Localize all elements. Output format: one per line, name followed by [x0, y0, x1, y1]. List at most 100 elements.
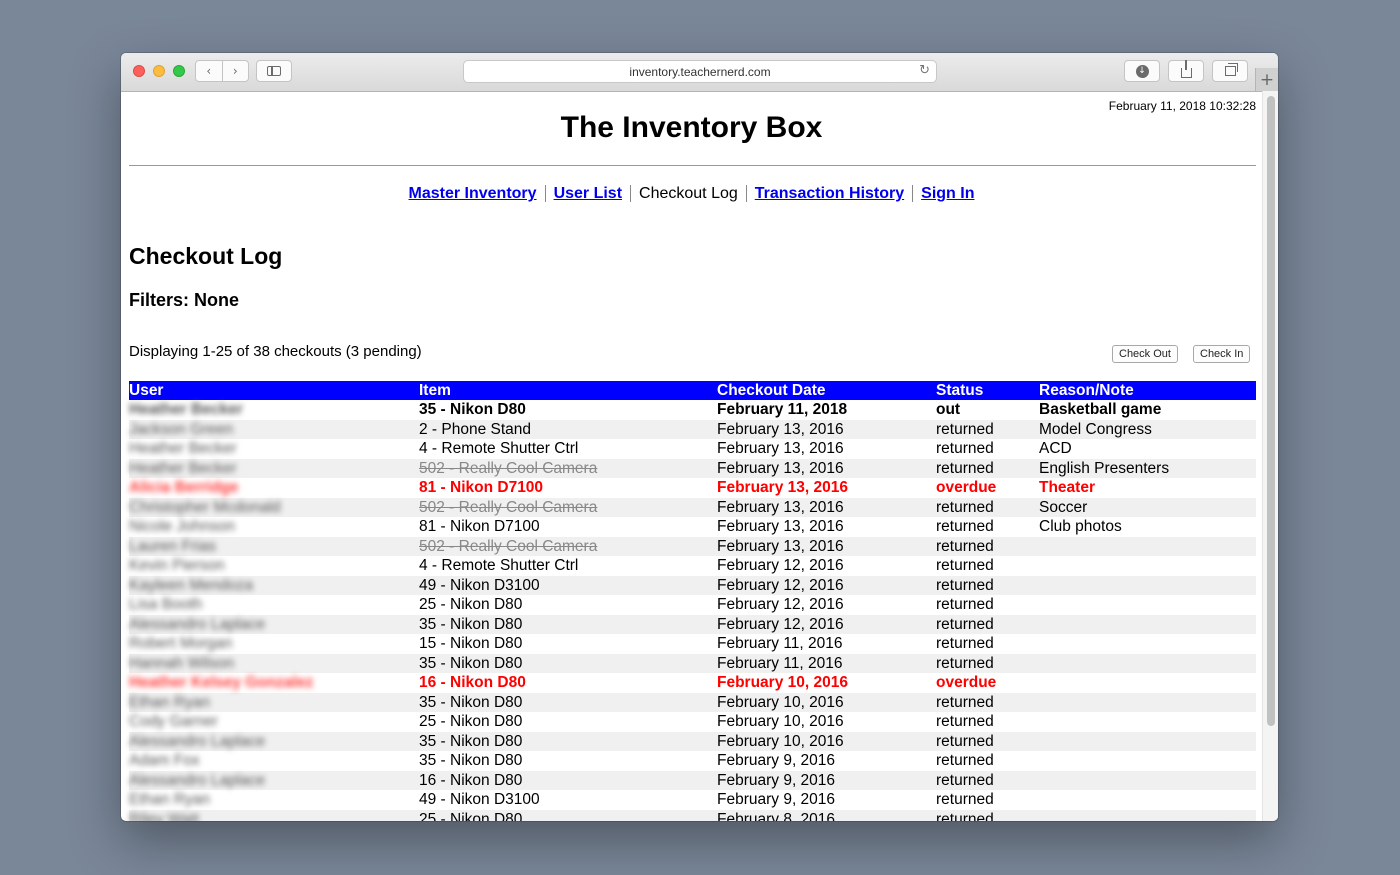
cell-status-text: returned	[936, 654, 994, 672]
cell-status-text: returned	[936, 518, 994, 536]
cell-note	[1039, 770, 1256, 790]
cell-user-text[interactable]: Ethan Ryan	[129, 694, 210, 711]
cell-note	[1039, 575, 1256, 595]
cell-item: 4 - Remote Shutter Ctrl	[419, 556, 717, 576]
reload-icon[interactable]: ↻	[919, 63, 930, 78]
cell-status-text: returned	[936, 498, 994, 516]
column-header-status: Status	[936, 381, 1039, 400]
cell-status: returned	[936, 790, 1039, 810]
cell-status-text: returned	[936, 557, 994, 575]
cell-user-text[interactable]: Alessandro Laplace	[129, 772, 265, 789]
back-icon[interactable]: ‹	[196, 64, 222, 78]
cell-note-text: Soccer	[1039, 498, 1088, 516]
cell-user-text[interactable]: Hannah Wilson	[129, 655, 234, 672]
check-out-button[interactable]: Check Out	[1112, 345, 1178, 363]
cell-user-text[interactable]: Heather Becker	[129, 401, 243, 418]
cell-date-text: February 9, 2016	[717, 752, 836, 770]
cell-user: Jackson Green	[129, 419, 419, 439]
address-bar[interactable]: inventory.teachernerd.com ↻	[463, 60, 937, 83]
cell-user-text[interactable]: Christopher Mcdonald	[129, 499, 281, 516]
cell-status: returned	[936, 556, 1039, 576]
cell-user-text[interactable]: Cody Garner	[129, 713, 218, 730]
share-button[interactable]	[1168, 60, 1204, 82]
cell-item-text: 49 - Nikon D3100	[419, 791, 540, 809]
new-tab-button[interactable]: +	[1255, 68, 1278, 91]
cell-status-text: returned	[936, 791, 994, 809]
cell-user: Hannah Wilson	[129, 653, 419, 673]
nav-master-inventory[interactable]: Master Inventory	[401, 185, 545, 203]
cell-note	[1039, 556, 1256, 576]
cell-status-text: returned	[936, 420, 994, 438]
cell-user-text[interactable]: Nicole Johnson	[129, 518, 235, 535]
nav-transaction-history[interactable]: Transaction History	[747, 185, 912, 203]
cell-user: Robert Morgan	[129, 634, 419, 654]
zoom-window-button[interactable]	[173, 65, 185, 77]
cell-user-text[interactable]: Kevin Pierson	[129, 557, 225, 574]
cell-status: returned	[936, 458, 1039, 478]
cell-user-text[interactable]: Heather Becker	[129, 460, 237, 477]
cell-date: February 9, 2016	[717, 770, 936, 790]
cell-user: Heather Becker	[129, 439, 419, 459]
cell-note	[1039, 731, 1256, 751]
cell-date-text: February 10, 2016	[717, 732, 844, 750]
cell-status-text: overdue	[936, 479, 997, 497]
page-scrollbar[interactable]	[1262, 91, 1278, 821]
cell-note: Theater	[1039, 478, 1256, 498]
cell-date: February 10, 2016	[717, 692, 936, 712]
minimize-window-button[interactable]	[153, 65, 165, 77]
cell-item-text: 35 - Nikon D80	[419, 752, 523, 770]
cell-user: Kayleen Mendoza	[129, 575, 419, 595]
cell-user: Lauren Frias	[129, 536, 419, 556]
cell-user-text[interactable]: Alessandro Laplace	[129, 616, 265, 633]
cell-status-text: returned	[936, 713, 994, 731]
cell-date-text: February 13, 2016	[717, 440, 844, 458]
cell-note: English Presenters	[1039, 458, 1256, 478]
cell-user: Alessandro Laplace	[129, 770, 419, 790]
nav-sign-in[interactable]: Sign In	[913, 185, 982, 203]
cell-user-text[interactable]: Alicia Berridge	[129, 479, 238, 496]
cell-date-text: February 13, 2016	[717, 498, 844, 516]
cell-note	[1039, 809, 1256, 821]
nav-user-list[interactable]: User List	[546, 185, 630, 203]
downloads-button[interactable]: ↓	[1124, 60, 1160, 82]
cell-date: February 9, 2016	[717, 790, 936, 810]
cell-date: February 12, 2016	[717, 595, 936, 615]
table-body: Heather Becker 35 - Nikon D80 February 11,…	[129, 400, 1256, 821]
check-in-button[interactable]: Check In	[1193, 345, 1251, 363]
cell-user-text[interactable]: Lisa Booth	[129, 596, 202, 613]
cell-user: Ethan Ryan	[129, 790, 419, 810]
cell-note: Club photos	[1039, 517, 1256, 537]
cell-user-text[interactable]: Adam Fox	[129, 752, 200, 769]
forward-icon[interactable]: ›	[223, 64, 249, 78]
cell-user-text[interactable]: Alessandro Laplace	[129, 733, 265, 750]
cell-user-text[interactable]: Jackson Green	[129, 421, 233, 438]
cell-item: 35 - Nikon D80	[419, 731, 717, 751]
close-window-button[interactable]	[133, 65, 145, 77]
cell-item-text: 4 - Remote Shutter Ctrl	[419, 440, 579, 458]
cell-note	[1039, 712, 1256, 732]
cell-status-text: overdue	[936, 674, 997, 692]
table-row: Kayleen Mendoza 49 - Nikon D3100 February …	[129, 575, 1256, 595]
cell-user-text[interactable]: Ethan Ryan	[129, 791, 210, 808]
cell-user-text[interactable]: Kayleen Mendoza	[129, 577, 253, 594]
scrollbar-thumb[interactable]	[1267, 96, 1275, 726]
cell-user-text[interactable]: Robert Morgan	[129, 635, 232, 652]
cell-user-text[interactable]: Lauren Frias	[129, 538, 216, 555]
cell-user-text[interactable]: Heather Kelsey Gonzalez	[129, 674, 313, 691]
cell-note	[1039, 536, 1256, 556]
cell-date: February 13, 2016	[717, 517, 936, 537]
cell-status-text: returned	[936, 440, 994, 458]
sidebar-toggle-button[interactable]	[256, 60, 292, 82]
cell-note-text: Basketball game	[1039, 401, 1162, 419]
column-header-date: Checkout Date	[717, 381, 936, 400]
cell-item: 35 - Nikon D80	[419, 614, 717, 634]
cell-status: returned	[936, 809, 1039, 821]
cell-note-text: Club photos	[1039, 518, 1122, 536]
cell-user-text[interactable]: Riley Watt	[129, 811, 199, 821]
cell-item: 2 - Phone Stand	[419, 419, 717, 439]
cell-user-text[interactable]: Heather Becker	[129, 440, 237, 457]
cell-item-text: 16 - Nikon D80	[419, 674, 526, 692]
cell-item-text: 502 - Really Cool Camera	[419, 459, 598, 477]
show-tabs-button[interactable]	[1212, 60, 1248, 82]
table-row: Nicole Johnson 81 - Nikon D7100 February 1…	[129, 517, 1256, 537]
